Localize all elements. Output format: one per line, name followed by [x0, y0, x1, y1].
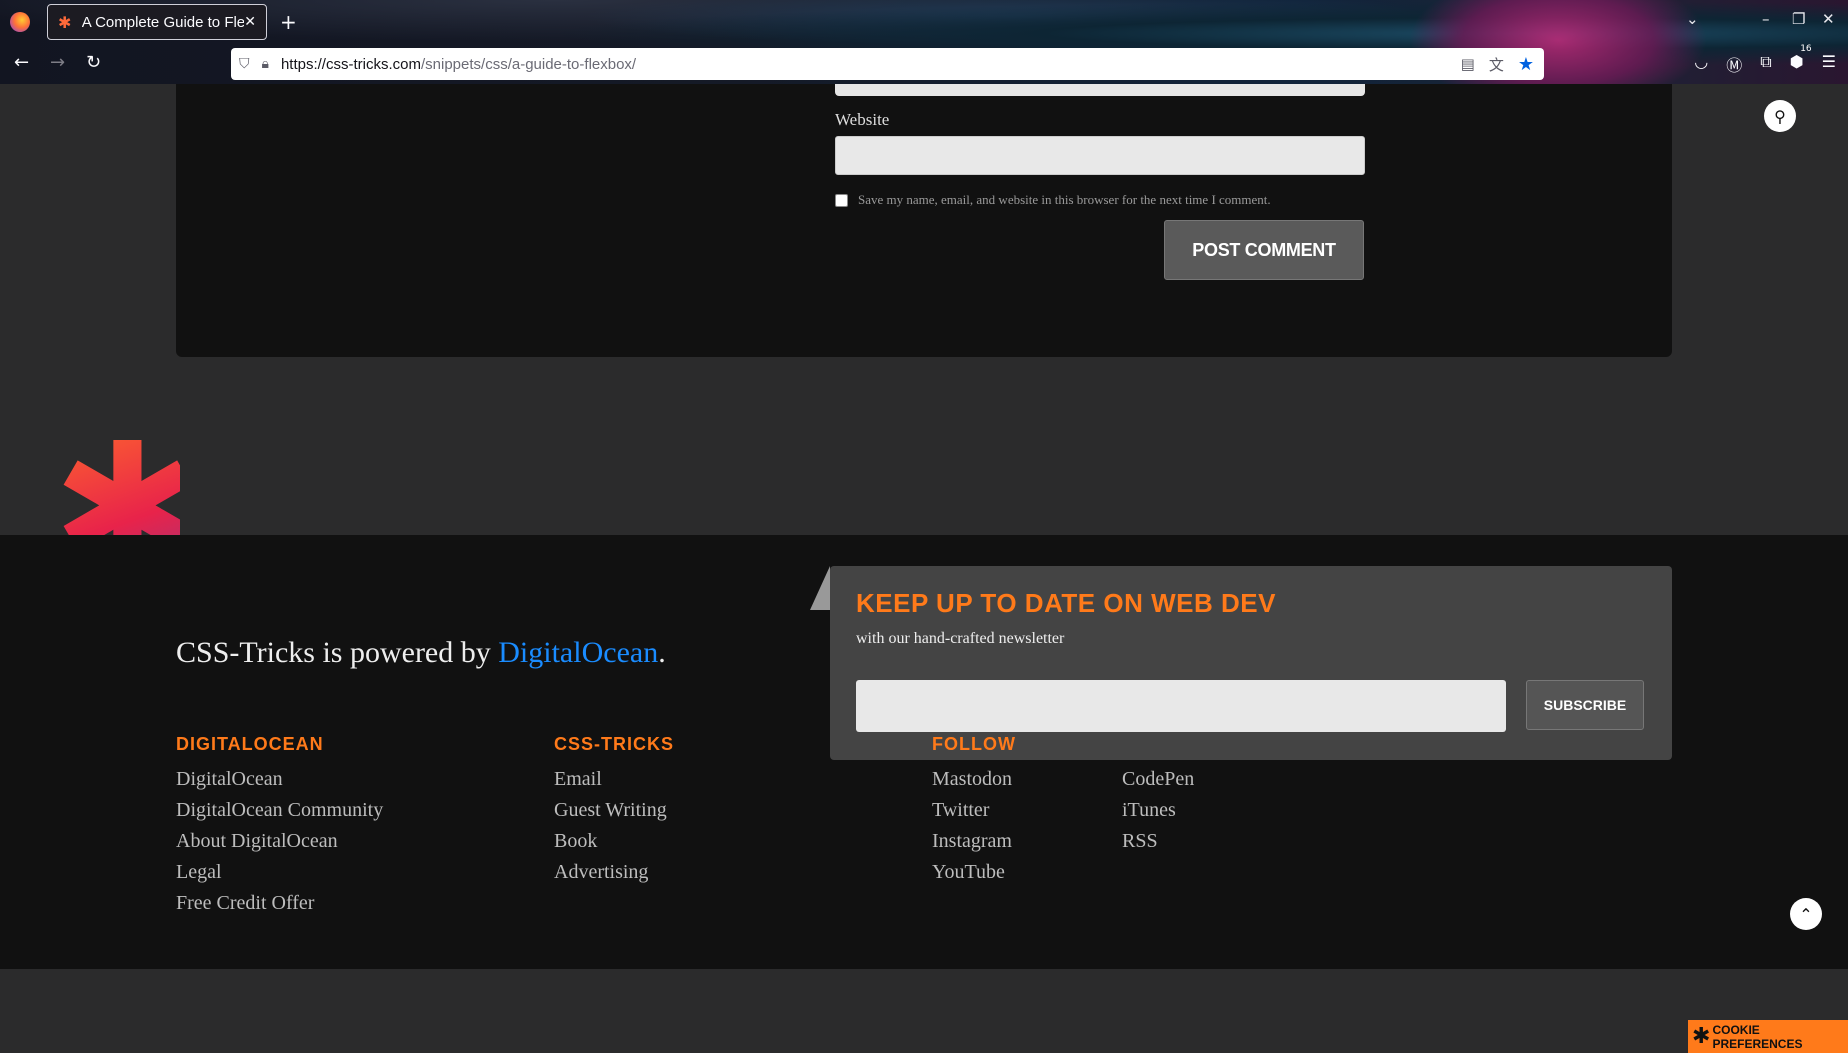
save-info-checkbox[interactable]	[835, 193, 848, 207]
footer-link[interactable]: Guest Writing	[554, 795, 674, 826]
account-icon[interactable]: Ⓜ	[1726, 52, 1742, 76]
tab-active[interactable]: ✱ A Complete Guide to Fle ✕	[47, 4, 267, 40]
comment-form-card: Website Save my name, email, and website…	[176, 84, 1672, 357]
url-text[interactable]: https://css-tricks.com/snippets/css/a-gu…	[281, 56, 636, 73]
footer-heading: FOLLOW	[932, 734, 1016, 754]
extensions-icon[interactable]: ⧉	[1760, 52, 1771, 76]
toolbar-icons: ◡ Ⓜ ⧉ ⬢ 16 ☰	[1694, 44, 1848, 76]
digitalocean-link[interactable]: DigitalOcean	[498, 636, 658, 669]
forward-arrow-icon[interactable]: →	[50, 52, 65, 73]
footer-heading: DIGITALOCEAN	[176, 734, 324, 754]
footer-link[interactable]: Mastodon	[932, 764, 1016, 795]
newsletter-email-input[interactable]	[856, 680, 1506, 732]
footer-heading: CSS-TRICKS	[554, 734, 675, 754]
footer-col-follow: FOLLOW Mastodon Twitter Instagram YouTub…	[932, 734, 1016, 888]
newsletter-title: KEEP UP TO DATE ON WEB DEV	[856, 588, 1276, 618]
footer-link[interactable]: Email	[554, 764, 674, 795]
url-host: https://css-tricks.com	[280, 55, 421, 73]
nav-bar: ← → ↻ ⛉ 🔒︎ https://css-tricks.com/snippe…	[0, 44, 1848, 84]
footer-link[interactable]: DigitalOcean	[176, 764, 383, 795]
css-tricks-favicon-icon: ✱	[58, 12, 72, 32]
footer-col-css-tricks: CSS-TRICKS Email Guest Writing Book Adve…	[554, 734, 674, 888]
tab-close-icon[interactable]: ✕	[244, 14, 256, 30]
subscribe-button[interactable]: SUBSCRIBE	[1526, 680, 1644, 730]
cookie-preferences-label: COOKIE PREFERENCES	[1712, 1022, 1803, 1051]
minimize-icon[interactable]: –	[1762, 10, 1770, 28]
powered-by-prefix: CSS-Tricks is powered by	[176, 636, 499, 669]
browser-chrome: ✱ A Complete Guide to Fle ✕ + ⌄ – ❐ ✕ ← …	[0, 0, 1848, 84]
reader-view-icon[interactable]: ▤	[1461, 55, 1475, 73]
address-bar[interactable]: ⛉ 🔒︎ https://css-tricks.com/snippets/css…	[231, 48, 1544, 80]
tab-list-chevron-icon[interactable]: ⌄	[1686, 10, 1699, 28]
cookie-preferences-button[interactable]: ✱ COOKIE PREFERENCES	[1688, 1020, 1848, 1053]
footer-link[interactable]: Legal	[176, 857, 383, 888]
search-icon[interactable]: ⚲	[1764, 100, 1796, 132]
tracking-shield-icon[interactable]: ⛉	[239, 56, 250, 72]
back-to-top-chevron-up-icon[interactable]: ⌃	[1790, 898, 1822, 930]
newsletter-box: KEEP UP TO DATE ON WEB DEV with our hand…	[830, 566, 1672, 760]
footer-col-digitalocean: DIGITALOCEAN DigitalOcean DigitalOcean C…	[176, 734, 383, 919]
email-field[interactable]	[835, 84, 1365, 96]
tab-title: A Complete Guide to Fle	[81, 13, 245, 31]
back-arrow-icon[interactable]: ←	[14, 52, 29, 73]
post-comment-button[interactable]: POST COMMENT	[1164, 220, 1364, 280]
translate-icon[interactable]: 文	[1489, 54, 1504, 75]
close-window-icon[interactable]: ✕	[1822, 10, 1835, 28]
new-tab-button[interactable]: +	[280, 10, 297, 34]
lock-icon[interactable]: 🔒︎	[262, 56, 269, 72]
footer-link[interactable]: RSS	[1122, 826, 1194, 857]
footer-col-follow-more: CodePen iTunes RSS	[1122, 734, 1194, 857]
menu-hamburger-icon[interactable]: ☰	[1822, 52, 1836, 76]
footer-heading	[1122, 734, 1194, 758]
footer-link[interactable]: DigitalOcean Community	[176, 795, 383, 826]
tab-bar: ✱ A Complete Guide to Fle ✕ + ⌄ – ❐ ✕	[0, 0, 1848, 44]
pocket-icon[interactable]: ◡	[1694, 52, 1708, 76]
powered-by-text: CSS-Tricks is powered by DigitalOcean.	[176, 636, 666, 670]
css-tricks-asterisk-logo: ✱	[50, 440, 180, 540]
powered-by-suffix: .	[658, 636, 666, 669]
footer-link[interactable]: About DigitalOcean	[176, 826, 383, 857]
newsletter-subtitle: with our hand-crafted newsletter	[856, 630, 1065, 647]
website-label: Website	[835, 110, 890, 129]
footer-link[interactable]: Advertising	[554, 857, 674, 888]
restore-icon[interactable]: ❐	[1792, 10, 1805, 28]
newsletter-decoration	[810, 566, 830, 610]
footer-link[interactable]: iTunes	[1122, 795, 1194, 826]
ublock-badge: 16	[1800, 44, 1812, 54]
footer-link[interactable]: Twitter	[932, 795, 1016, 826]
footer-link[interactable]: YouTube	[932, 857, 1016, 888]
url-path: /snippets/css/a-guide-to-flexbox/	[420, 55, 637, 73]
footer-link[interactable]: Book	[554, 826, 674, 857]
firefox-logo-icon[interactable]	[10, 12, 30, 32]
reload-icon[interactable]: ↻	[86, 52, 101, 73]
footer-link[interactable]: CodePen	[1122, 764, 1194, 795]
save-info-row: Save my name, email, and website in this…	[835, 192, 1271, 208]
bookmark-star-icon[interactable]: ★	[1518, 54, 1534, 75]
ublock-icon[interactable]: ⬢ 16	[1790, 44, 1812, 76]
save-info-label[interactable]: Save my name, email, and website in this…	[858, 192, 1271, 208]
asterisk-icon: ✱	[1692, 1024, 1711, 1049]
footer-link[interactable]: Instagram	[932, 826, 1016, 857]
website-input[interactable]	[835, 136, 1365, 175]
footer-link[interactable]: Free Credit Offer	[176, 888, 383, 919]
